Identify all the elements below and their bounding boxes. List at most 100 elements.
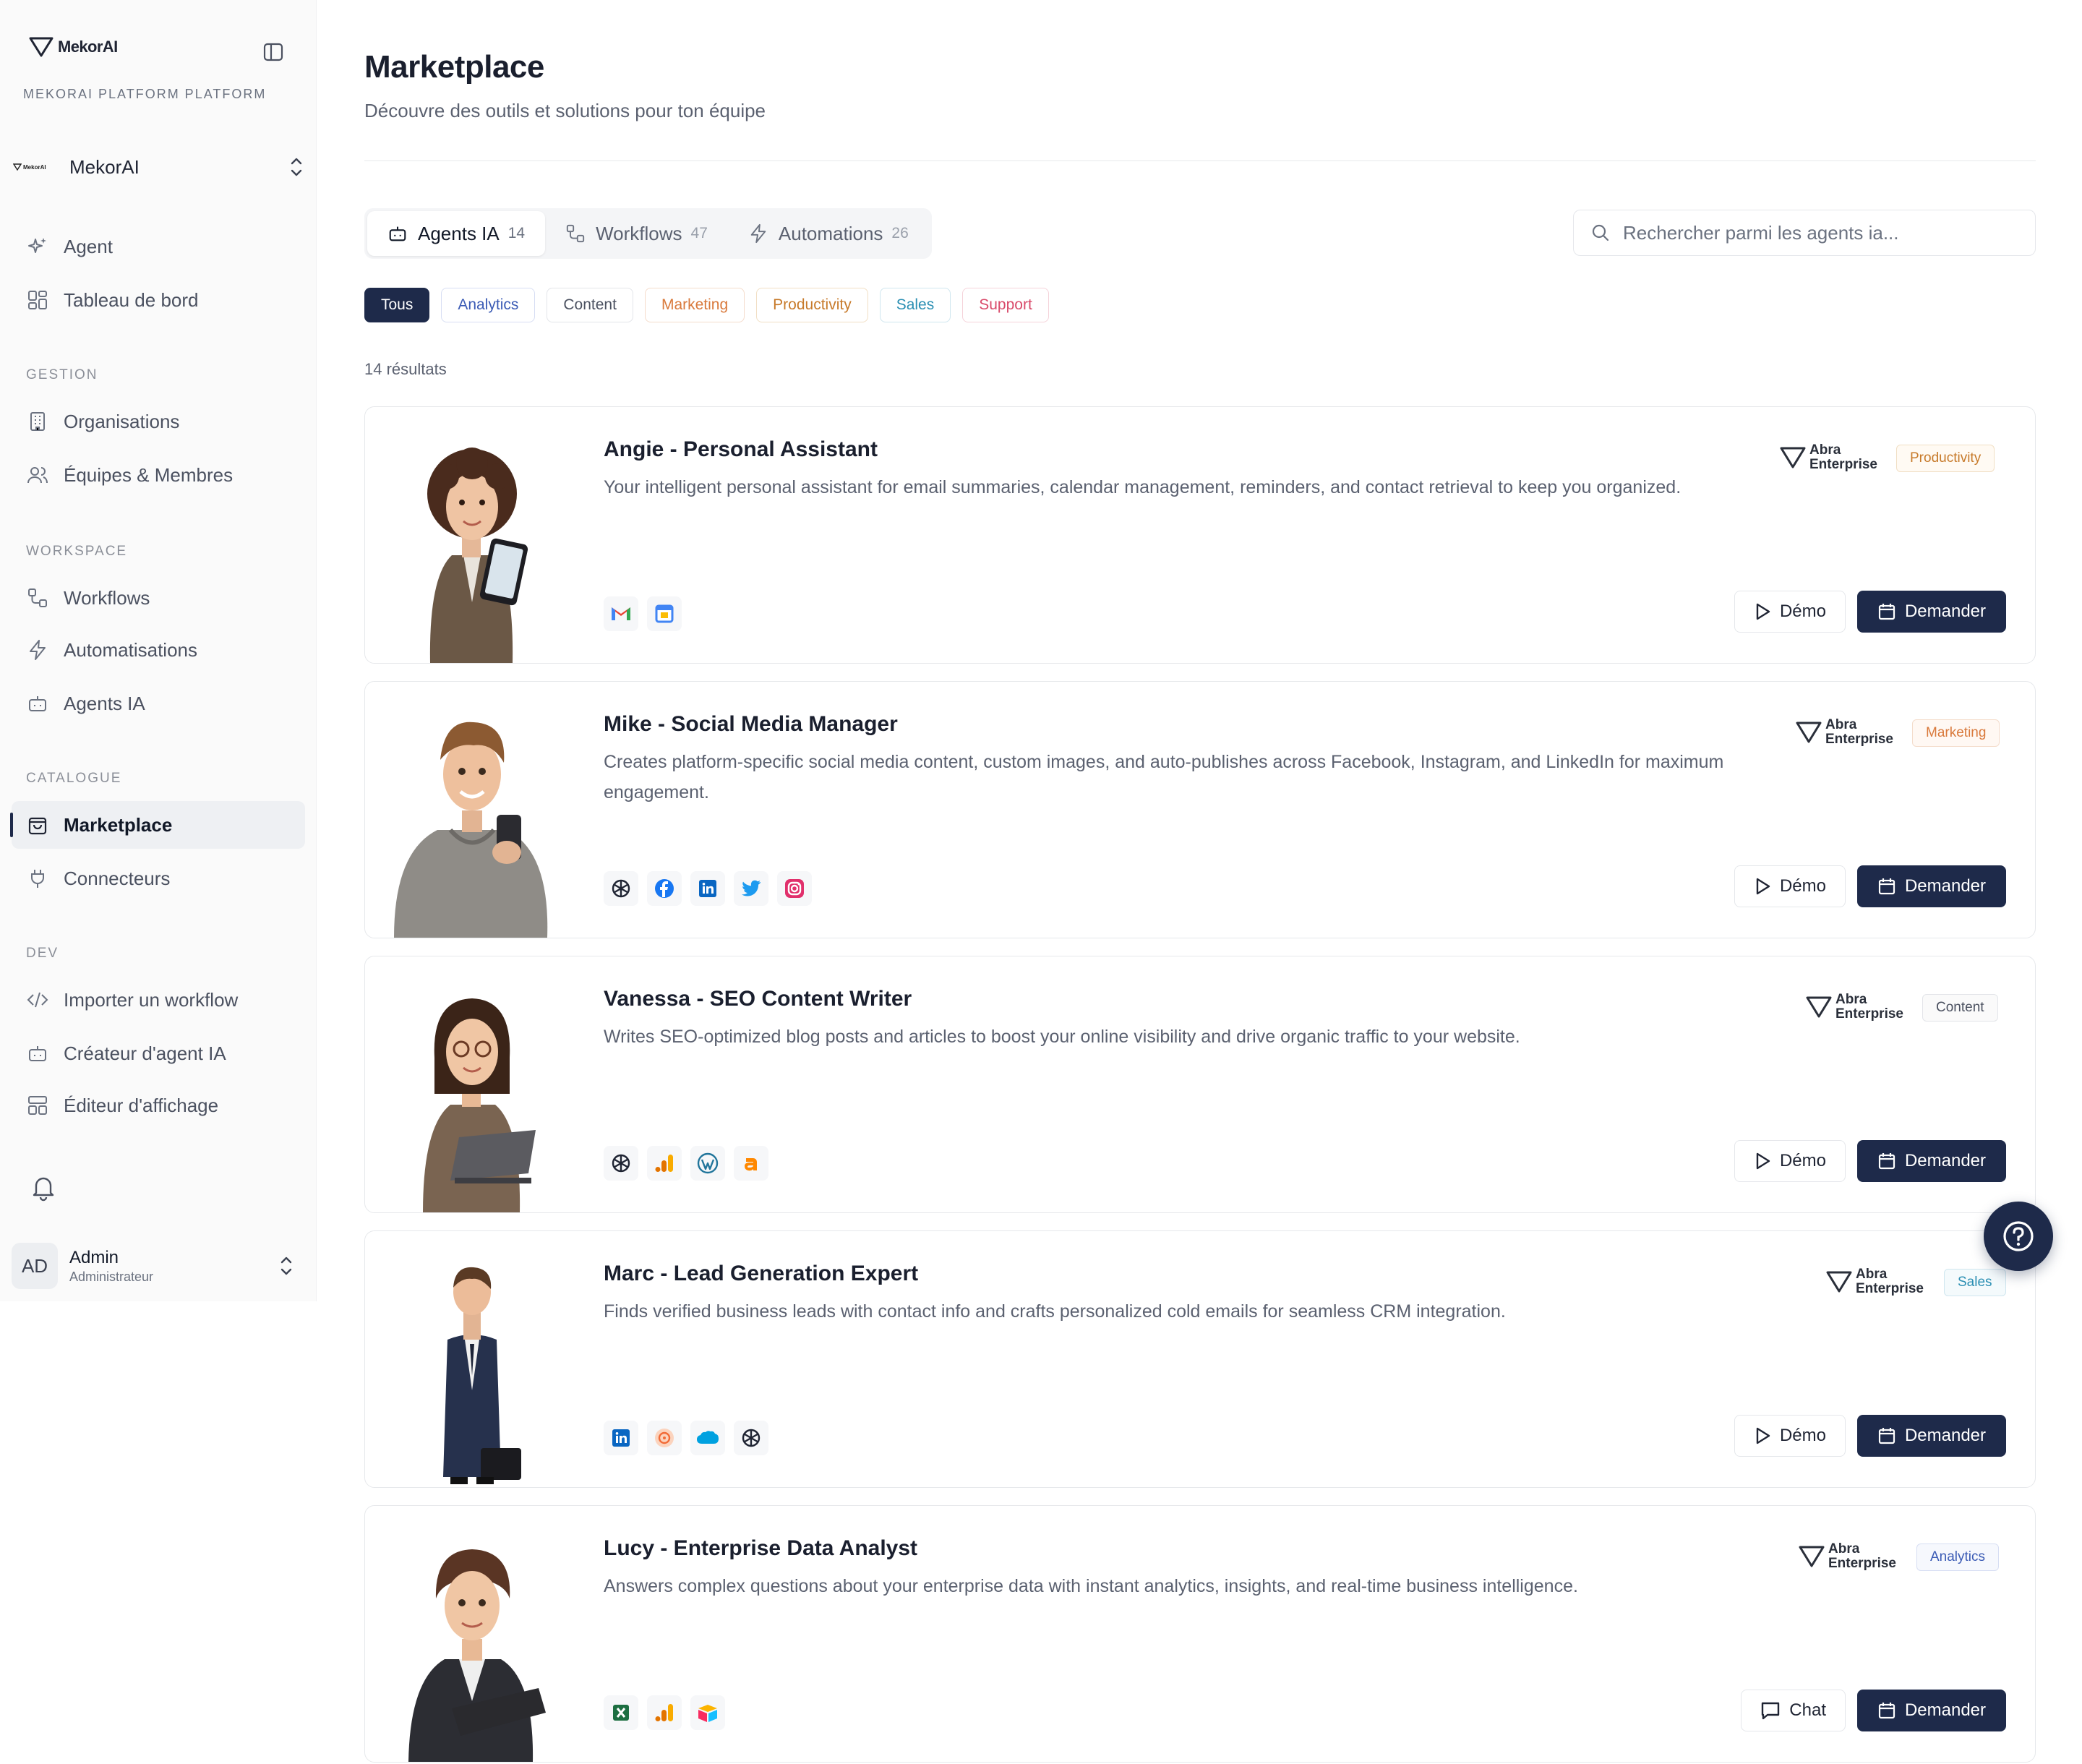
sidebar-item-teams[interactable]: Équipes & Membres (12, 451, 305, 499)
sidebar-item-label: Marketplace (64, 813, 173, 836)
sidebar-item-import-workflow[interactable]: Importer un workflow (12, 976, 305, 1024)
agent-portrait (365, 682, 575, 938)
category-badge: Analytics (1916, 1544, 2000, 1571)
bot-icon (26, 692, 49, 715)
agent-card[interactable]: Lucy - Enterprise Data Analyst Answers c… (364, 1505, 2036, 1763)
workflow-icon (26, 586, 49, 609)
filter-marketing[interactable]: Marketing (644, 288, 745, 322)
user-menu[interactable]: AD Admin Administrateur (12, 1241, 305, 1291)
bot-icon (387, 223, 408, 244)
sidebar-item-label: Automatisations (64, 638, 197, 661)
sidebar-toggle-button[interactable] (262, 40, 285, 64)
google-analytics-icon (647, 1146, 682, 1181)
request-button[interactable]: Demander (1857, 865, 2006, 907)
agent-title: Marc - Lead Generation Expert (604, 1262, 919, 1285)
tab-count: 14 (507, 225, 526, 241)
request-button[interactable]: Demander (1857, 1415, 2006, 1457)
calendar-icon (1878, 878, 1895, 895)
app: MekorAI MEKORAI PLATFORM PLATFORM MekorA… (0, 0, 2082, 1764)
request-button[interactable]: Demander (1857, 1690, 2006, 1731)
page-title: Marketplace (364, 49, 544, 85)
sidebar-item-organisations[interactable]: Organisations (12, 398, 305, 445)
help-button[interactable] (1984, 1202, 2053, 1271)
filter-sales[interactable]: Sales (879, 288, 951, 322)
sidebar-item-workflows[interactable]: Workflows (12, 574, 305, 622)
plug-icon (26, 867, 49, 890)
demo-button[interactable]: Démo (1734, 591, 1846, 633)
filter-analytics[interactable]: Analytics (441, 288, 536, 322)
filter-content[interactable]: Content (547, 288, 633, 322)
agent-title: Angie - Personal Assistant (604, 437, 878, 461)
demo-label: Démo (1779, 1151, 1826, 1170)
agent-description: Creates platform-specific social media c… (604, 752, 1724, 802)
integration-list (604, 871, 812, 906)
agent-title: Lucy - Enterprise Data Analyst (604, 1536, 918, 1560)
request-button[interactable]: Demander (1857, 591, 2006, 633)
agent-card[interactable]: Mike - Social Media Manager Creates plat… (364, 681, 2036, 938)
twitter-icon (734, 871, 768, 906)
category-badge: Productivity (1896, 445, 1995, 472)
tab-workflows[interactable]: Workflows 47 (545, 211, 728, 256)
request-label: Demander (1904, 601, 1987, 621)
sidebar-item-agent[interactable]: Agent (12, 223, 305, 270)
filter-productivity[interactable]: Productivity (756, 288, 868, 322)
tab-agents-ia[interactable]: Agents IA 14 (367, 211, 546, 256)
play-icon (1756, 603, 1770, 620)
notifications-button[interactable] (29, 1173, 58, 1202)
category-badge: Marketing (1912, 719, 2000, 747)
ahrefs-icon (734, 1146, 768, 1181)
category-badge: Content (1922, 994, 1998, 1022)
sidebar-item-display-editor[interactable]: Éditeur d'affichage (12, 1082, 305, 1129)
search-box (1573, 210, 2036, 256)
brand-logo[interactable]: MekorAI (29, 36, 118, 58)
user-name: Admin (69, 1247, 119, 1267)
help-circle-icon (2003, 1221, 2034, 1251)
sidebar-item-label: Workflows (64, 586, 150, 609)
users-icon (26, 463, 49, 487)
sidebar-item-dashboard[interactable]: Tableau de bord (12, 276, 305, 324)
chat-button[interactable]: Chat (1741, 1690, 1846, 1731)
demo-button[interactable]: Démo (1734, 1415, 1846, 1457)
agent-description: Finds verified business leads with conta… (604, 1301, 1506, 1322)
agent-card[interactable]: Angie - Personal Assistant Your intellig… (364, 406, 2036, 664)
sidebar-item-agent-creator[interactable]: Créateur d'agent IA (12, 1029, 305, 1077)
sidebar-item-label: Éditeur d'affichage (64, 1094, 219, 1116)
sidebar-item-agents-ia[interactable]: Agents IA (12, 680, 305, 727)
workflow-icon (565, 223, 586, 244)
facebook-icon (647, 871, 682, 906)
section-gestion: GESTION (26, 367, 98, 382)
demo-label: Démo (1779, 1426, 1826, 1445)
demo-button[interactable]: Démo (1734, 865, 1846, 907)
demo-label: Démo (1779, 601, 1826, 621)
chat-bubble-icon (1762, 1702, 1780, 1720)
abra-logo-icon (1806, 996, 1832, 1018)
tab-automations[interactable]: Automations 26 (728, 211, 929, 256)
tab-label: Workflows (596, 222, 682, 244)
vendor-logo: Abra Enterprise (1779, 443, 1877, 472)
linkedin-icon (690, 871, 725, 906)
page-subtitle: Découvre des outils et solutions pour to… (364, 100, 766, 121)
demo-button[interactable]: Démo (1734, 1140, 1846, 1182)
request-button[interactable]: Demander (1857, 1140, 2006, 1182)
sidebar-item-automations[interactable]: Automatisations (12, 626, 305, 674)
agent-portrait (365, 956, 575, 1212)
sidebar-item-connectors[interactable]: Connecteurs (12, 855, 305, 902)
agent-card[interactable]: Marc - Lead Generation Expert Finds veri… (364, 1230, 2036, 1488)
dashboard-grid-icon (26, 288, 49, 312)
organization-switcher[interactable]: MekorAI MekorAI (13, 149, 309, 185)
filter-all[interactable]: Tous (364, 288, 430, 322)
code-icon (26, 988, 49, 1011)
avatar: AD (12, 1243, 58, 1289)
integration-list (604, 1695, 725, 1730)
request-label: Demander (1904, 1426, 1987, 1445)
sidebar-item-label: Créateur d'agent IA (64, 1042, 226, 1064)
sidebar-item-marketplace[interactable]: Marketplace (10, 801, 305, 849)
bot-icon (26, 1042, 49, 1065)
integration-list (604, 596, 682, 631)
hunter-icon (647, 1421, 682, 1455)
search-input[interactable] (1623, 221, 2028, 244)
agent-card[interactable]: Vanessa - SEO Content Writer Writes SEO-… (364, 956, 2036, 1213)
filter-support[interactable]: Support (962, 288, 1049, 322)
vendor-logo: Abra Enterprise (1805, 993, 1903, 1022)
calendar-icon (1878, 1428, 1895, 1444)
